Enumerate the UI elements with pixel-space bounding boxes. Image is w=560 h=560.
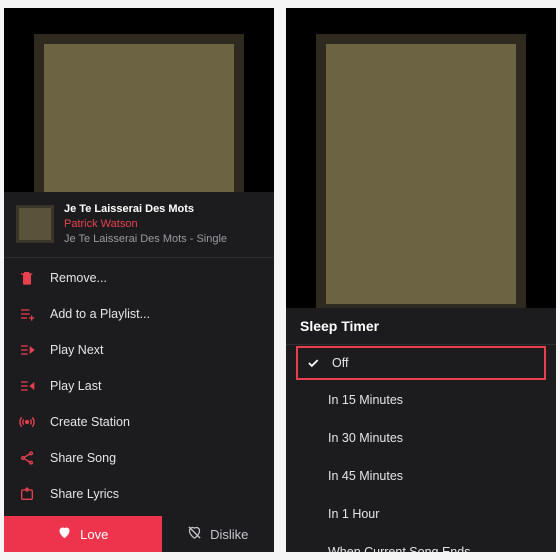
option-label: In 45 Minutes — [328, 469, 403, 483]
menu-create-station[interactable]: Create Station — [4, 404, 274, 440]
context-menu-sheet: Je Te Laisserai Des Mots Patrick Watson … — [4, 192, 274, 552]
menu-share-lyrics[interactable]: Share Lyrics — [4, 476, 274, 512]
option-check-placeholder — [300, 505, 318, 523]
playlist-add-icon — [18, 305, 36, 323]
phone-right: Sleep Timer Off In 15 Minutes In 30 Minu… — [286, 8, 556, 552]
share-lyrics-icon — [18, 485, 36, 503]
love-button[interactable]: Love — [4, 516, 162, 552]
menu-label: Play Next — [50, 343, 104, 357]
sleep-timer-title: Sleep Timer — [286, 308, 556, 345]
menu-label: Add to a Playlist... — [50, 307, 150, 321]
heart-slash-icon — [187, 525, 202, 543]
menu-remove[interactable]: Remove... — [4, 260, 274, 296]
dislike-label: Dislike — [210, 527, 248, 542]
option-label: Off — [332, 356, 348, 370]
off-option-highlight: Off — [296, 346, 546, 380]
menu-label: Share Song — [50, 451, 116, 465]
heart-icon — [57, 525, 72, 543]
menu-label: Share Lyrics — [50, 487, 119, 501]
option-label: In 1 Hour — [328, 507, 379, 521]
track-album: Je Te Laisserai Des Mots - Single — [64, 232, 227, 247]
dislike-button[interactable]: Dislike — [162, 516, 275, 552]
love-label: Love — [80, 527, 108, 542]
menu-label: Create Station — [50, 415, 130, 429]
option-30min[interactable]: In 30 Minutes — [286, 419, 556, 457]
track-artist: Patrick Watson — [64, 217, 227, 232]
phone-left: Je Te Laisserai Des Mots Patrick Watson … — [4, 8, 274, 552]
menu-add-playlist[interactable]: Add to a Playlist... — [4, 296, 274, 332]
option-45min[interactable]: In 45 Minutes — [286, 457, 556, 495]
option-label: In 15 Minutes — [328, 393, 403, 407]
option-check-placeholder — [300, 429, 318, 447]
broadcast-icon — [18, 413, 36, 431]
menu-play-next[interactable]: Play Next — [4, 332, 274, 368]
track-header: Je Te Laisserai Des Mots Patrick Watson … — [4, 192, 274, 258]
bottom-bar: Love Dislike — [4, 516, 274, 552]
option-label: When Current Song Ends — [328, 545, 470, 552]
menu-play-last[interactable]: Play Last — [4, 368, 274, 404]
option-check-placeholder — [300, 543, 318, 552]
option-song-ends[interactable]: When Current Song Ends — [286, 533, 556, 552]
option-off[interactable]: Off — [302, 354, 540, 372]
menu-list: Remove... Add to a Playlist... Play Next… — [4, 258, 274, 552]
checkmark-icon — [304, 354, 322, 372]
menu-label: Remove... — [50, 271, 107, 285]
option-check-placeholder — [300, 391, 318, 409]
play-last-icon — [18, 377, 36, 395]
track-title: Je Te Laisserai Des Mots — [64, 202, 227, 217]
album-thumbnail — [16, 205, 54, 243]
option-label: In 30 Minutes — [328, 431, 403, 445]
album-art-backdrop — [316, 34, 526, 314]
menu-share-song[interactable]: Share Song — [4, 440, 274, 476]
menu-label: Play Last — [50, 379, 101, 393]
option-1hour[interactable]: In 1 Hour — [286, 495, 556, 533]
play-next-icon — [18, 341, 36, 359]
share-icon — [18, 449, 36, 467]
trash-icon — [18, 269, 36, 287]
option-check-placeholder — [300, 467, 318, 485]
option-15min[interactable]: In 15 Minutes — [286, 381, 556, 419]
track-meta: Je Te Laisserai Des Mots Patrick Watson … — [64, 202, 227, 247]
sleep-timer-sheet: Sleep Timer Off In 15 Minutes In 30 Minu… — [286, 308, 556, 552]
